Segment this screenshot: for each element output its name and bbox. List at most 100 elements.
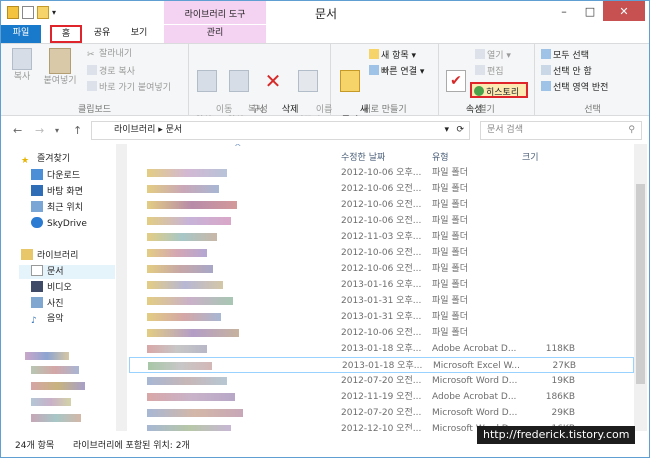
back-button[interactable]: ←: [13, 124, 22, 137]
library-icon: [21, 249, 33, 260]
delete-icon: ✕: [264, 69, 282, 93]
blurred-filename: [147, 425, 231, 431]
library-locations: 라이브러리에 포함된 위치: 2개: [73, 441, 190, 451]
table-row[interactable]: 2012-10-06 오전... 파일 폴더: [129, 181, 634, 197]
table-row[interactable]: 2013-01-31 오후... 파일 폴더: [129, 309, 634, 325]
navigation-pane: ★ 즐겨찾기 다운로드 바탕 화면 최근 위치 SkyDrive 라이브러리 문서…: [1, 144, 128, 434]
table-row[interactable]: 2012-07-20 오전... Microsoft Word D... 19KB: [129, 373, 634, 389]
new-group-label: 새로 만들기: [362, 105, 407, 115]
folder-icon: [340, 70, 360, 92]
table-row[interactable]: 2013-01-31 오후... 파일 폴더: [129, 293, 634, 309]
recent-dropdown-icon[interactable]: ▾: [55, 126, 59, 135]
table-row[interactable]: 2012-07-20 오전... Microsoft Word D... 29KB: [129, 405, 634, 421]
table-row[interactable]: 2012-10-06 오전... 파일 폴더: [129, 245, 634, 261]
table-row-selected[interactable]: 2013-01-18 오후... Microsoft Excel W... 27KB: [129, 357, 634, 373]
paste-button[interactable]: 붙여넣기: [41, 48, 79, 87]
blurred-filename: [147, 313, 221, 321]
sort-indicator-icon: ^: [234, 144, 242, 153]
maximize-button[interactable]: □: [577, 1, 603, 21]
column-date[interactable]: 수정한 날짜: [341, 150, 385, 163]
select-group-label: 선택: [584, 105, 601, 115]
nav-music[interactable]: ♪ 음악: [31, 313, 64, 326]
cloud-icon: [31, 217, 43, 228]
blurred-filename: [147, 409, 243, 417]
tab-file[interactable]: 파일: [1, 25, 41, 43]
table-row[interactable]: 2013-01-16 오후... 파일 폴더: [129, 277, 634, 293]
downloads-icon: [31, 169, 43, 180]
title-bar: ▾ 라이브러리 도구 문서 – □ ✕: [1, 1, 649, 25]
table-row[interactable]: 2012-10-06 오전... 파일 폴더: [129, 325, 634, 341]
scrollbar-thumb[interactable]: [636, 184, 645, 384]
file-list-scrollbar[interactable]: [634, 144, 647, 431]
table-row[interactable]: 2012-10-06 오전... 파일 폴더: [129, 213, 634, 229]
copy-path-button[interactable]: 경로 복사: [87, 65, 135, 78]
table-row[interactable]: 2012-10-06 오전... 파일 폴더: [129, 197, 634, 213]
blurred-filename: [147, 217, 231, 225]
tab-manage[interactable]: 관리: [164, 25, 266, 43]
window-controls: – □ ✕: [551, 1, 645, 21]
blurred-filename: [147, 393, 235, 401]
select-all-button[interactable]: 모두 선택: [541, 49, 589, 62]
nav-documents[interactable]: 문서: [19, 265, 115, 279]
video-icon: [31, 281, 43, 292]
close-button[interactable]: ✕: [603, 1, 645, 21]
nav-recent[interactable]: 최근 위치: [31, 201, 83, 215]
blurred-nav-item: [31, 398, 71, 406]
nav-favorites[interactable]: ★ 즐겨찾기: [21, 153, 70, 166]
column-type[interactable]: 유형: [432, 150, 449, 163]
tab-home[interactable]: 홈: [50, 25, 82, 43]
table-row[interactable]: 2012-10-06 오후... 파일 폴더: [129, 165, 634, 181]
search-input[interactable]: 문서 검색 ⚲: [480, 121, 642, 140]
address-box[interactable]: 라이브러리 ▸ 문서 ▾ ⟳: [91, 121, 470, 140]
blurred-filename: [147, 297, 233, 305]
tab-share[interactable]: 공유: [85, 25, 119, 43]
table-row[interactable]: 2013-01-18 오후... Adobe Acrobat D... 118KB: [129, 341, 634, 357]
clipboard-group: 복사 붙여넣기 ✂ 잘라내기 경로 복사 바로 가기 붙여넣기 클립보드: [1, 44, 189, 117]
refresh-icon[interactable]: ⟳: [456, 122, 464, 139]
new-item-button[interactable]: 새 항목 ▾: [369, 49, 416, 62]
select-all-icon: [541, 49, 551, 59]
breadcrumb[interactable]: 라이브러리 ▸ 문서: [114, 125, 182, 135]
clipboard-group-label: 클립보드: [77, 105, 112, 115]
paste-shortcut-icon: [87, 81, 97, 91]
table-row[interactable]: 2012-10-06 오전... 파일 폴더: [129, 261, 634, 277]
rename-icon: [298, 70, 318, 92]
paste-shortcut-button[interactable]: 바로 가기 붙여넣기: [87, 81, 171, 94]
minimize-button[interactable]: –: [551, 1, 577, 21]
table-row[interactable]: 2012-11-19 오전... Adobe Acrobat D... 186KB: [129, 389, 634, 405]
address-dropdown-icon[interactable]: ▾: [444, 122, 449, 139]
blurred-nav-item: [25, 352, 69, 360]
copy-button[interactable]: 복사: [9, 48, 35, 83]
move-to-icon: [197, 70, 217, 92]
blurred-filename: [147, 185, 219, 193]
search-icon[interactable]: ⚲: [628, 122, 635, 139]
up-button[interactable]: ↑: [73, 124, 82, 137]
open-button[interactable]: 열기 ▾: [475, 49, 511, 62]
nav-desktop[interactable]: 바탕 화면: [31, 185, 83, 199]
open-icon: [475, 49, 485, 59]
history-button[interactable]: 히스토리: [470, 82, 528, 98]
cut-button[interactable]: ✂ 잘라내기: [87, 49, 132, 60]
edit-button[interactable]: 편집: [475, 65, 504, 78]
nav-downloads[interactable]: 다운로드: [31, 169, 80, 183]
nav-pictures[interactable]: 사진: [31, 297, 64, 311]
navigation-scrollbar[interactable]: [116, 144, 127, 431]
nav-videos[interactable]: 비디오: [31, 281, 72, 295]
nav-libraries[interactable]: 라이브러리: [21, 249, 78, 263]
edit-icon: [475, 65, 485, 75]
invert-selection-icon: [541, 81, 551, 91]
blurred-filename: [147, 329, 239, 337]
blurred-filename: [147, 265, 213, 273]
properties-check-icon: ✔: [446, 70, 466, 92]
table-row[interactable]: 2012-11-03 오후... 파일 폴더: [129, 229, 634, 245]
open-group-label: 열기: [478, 105, 495, 115]
item-count: 24개 항목: [15, 441, 55, 451]
easy-access-button[interactable]: 빠른 연결 ▾: [369, 65, 424, 78]
select-none-button[interactable]: 선택 안 함: [541, 65, 592, 78]
forward-button[interactable]: →: [35, 124, 44, 137]
tab-view[interactable]: 보기: [121, 25, 157, 43]
invert-selection-button[interactable]: 선택 영역 반전: [541, 81, 608, 94]
nav-skydrive[interactable]: SkyDrive: [31, 217, 87, 231]
column-size[interactable]: 크기: [522, 150, 539, 163]
blurred-filename: [147, 249, 207, 257]
